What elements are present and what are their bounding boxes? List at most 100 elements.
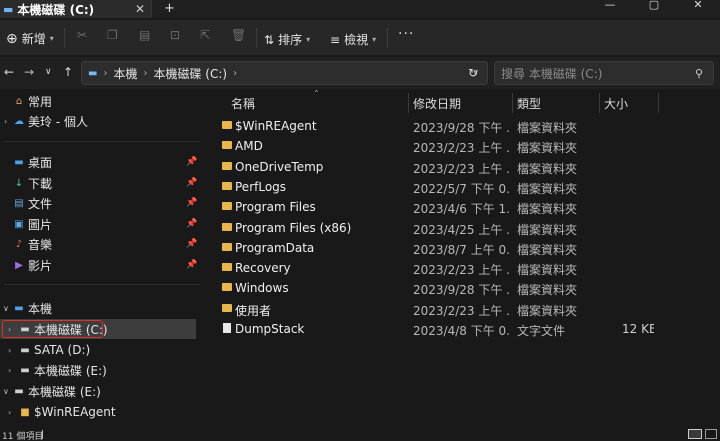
tab-c-drive[interactable]: ▬ 本機磁碟 (C:) ✕ xyxy=(0,0,152,18)
column-divider[interactable] xyxy=(408,93,409,113)
cut-icon[interactable]: ✂ xyxy=(77,28,87,42)
maximize-button[interactable]: ▢ xyxy=(632,0,676,14)
pin-icon[interactable]: 📌 xyxy=(186,219,197,229)
expand-chevron-icon[interactable]: › xyxy=(4,117,7,126)
column-label: 名稱 xyxy=(231,96,256,111)
column-header-size[interactable]: 大小 xyxy=(604,92,628,114)
new-tab-button[interactable]: + xyxy=(164,1,175,16)
up-arrow-icon[interactable]: ↑ xyxy=(63,65,73,79)
sort-button[interactable]: ⇅ 排序 ▾ xyxy=(264,31,310,48)
copy-icon[interactable]: ❐ xyxy=(107,28,118,42)
table-row[interactable]: 使用者 2023/2/23 上午 ... 檔案資料夾 xyxy=(210,299,720,319)
chevron-down-icon: ▾ xyxy=(306,35,311,44)
folder-icon xyxy=(222,141,232,150)
refresh-icon[interactable]: ↻ xyxy=(468,66,478,80)
download-icon: ↓ xyxy=(14,177,24,189)
command-bar: ⊕ 新增 ▾ ✂ ❐ ▤ ⊡ ⇱ 🗑 ⇅ 排序 ▾ ≡ 檢視 ▾ ··· xyxy=(0,20,720,56)
tab-close-icon[interactable]: ✕ xyxy=(135,2,145,16)
column-divider[interactable] xyxy=(512,93,513,113)
file-list: ⌃ 名稱 修改日期 類型 大小 $WinREAgent 2023/9/28 下午 … xyxy=(210,89,720,427)
table-row[interactable]: Program Files 2023/4/6 下午 1... 檔案資料夾 xyxy=(210,197,720,217)
sidebar-item-drive-e-top[interactable]: ∨ ▬ 本機磁碟 (E:) xyxy=(0,381,204,401)
delete-icon[interactable]: 🗑 xyxy=(231,28,246,42)
column-header-date[interactable]: 修改日期 xyxy=(413,92,461,114)
sidebar-divider xyxy=(4,141,200,142)
document-icon: ▤ xyxy=(14,197,24,209)
expand-chevron-icon[interactable]: › xyxy=(8,366,11,375)
expand-chevron-icon[interactable]: › xyxy=(8,408,11,417)
table-row[interactable]: OneDriveTemp 2023/2/23 上午 ... 檔案資料夾 xyxy=(210,157,720,177)
table-row[interactable]: Windows 2023/9/28 下午 ... 檔案資料夾 xyxy=(210,278,720,298)
collapse-chevron-icon[interactable]: ∨ xyxy=(3,387,9,396)
file-name: ProgramData xyxy=(235,240,315,255)
rename-icon[interactable]: ⊡ xyxy=(170,28,180,42)
share-icon[interactable]: ⇱ xyxy=(200,28,210,42)
sidebar-item-music[interactable]: ♪ 音樂 📌 xyxy=(0,234,204,254)
file-type: 檔案資料夾 xyxy=(517,222,578,237)
sidebar-label: 下載 xyxy=(28,176,53,191)
folder-icon xyxy=(222,161,232,170)
column-header-type[interactable]: 類型 xyxy=(517,92,541,114)
sidebar-item-downloads[interactable]: ↓ 下載 📌 xyxy=(0,173,204,193)
forward-arrow-icon[interactable]: → xyxy=(24,65,34,79)
sidebar-item-onedrive[interactable]: › ☁ 美玲 - 個人 xyxy=(0,111,204,131)
view-icon: ≡ xyxy=(330,32,341,47)
table-row[interactable]: DumpStack 2023/4/8 下午 0... 文字文件 12 KB xyxy=(210,319,720,339)
sidebar-item-documents[interactable]: ▤ 文件 📌 xyxy=(0,193,204,213)
column-header-name[interactable]: 名稱 xyxy=(231,92,255,114)
breadcrumb-current[interactable]: 本機磁碟 (C:) xyxy=(153,65,227,82)
pin-icon[interactable]: 📌 xyxy=(186,239,197,249)
more-options-button[interactable]: ··· xyxy=(398,26,414,42)
column-label: 修改日期 xyxy=(413,96,462,111)
column-divider[interactable] xyxy=(658,93,659,113)
sidebar-item-pictures[interactable]: ▣ 圖片 📌 xyxy=(0,214,204,234)
folder-icon xyxy=(222,202,232,211)
collapse-chevron-icon[interactable]: ∨ xyxy=(3,304,9,313)
pin-icon[interactable]: 📌 xyxy=(186,178,197,188)
table-row[interactable]: Recovery 2023/2/23 上午 ... 檔案資料夾 xyxy=(210,258,720,278)
item-count: 11 個項目 xyxy=(2,432,44,441)
pin-icon[interactable]: 📌 xyxy=(186,157,197,167)
address-bar[interactable]: ▬ › 本機 › 本機磁碟 (C:) › ∨ xyxy=(81,61,488,85)
table-row[interactable]: Program Files (x86) 2023/4/25 上午 ... 檔案資料夾 xyxy=(210,218,720,238)
sidebar-label: 本機磁碟 (E:) xyxy=(34,363,107,378)
breadcrumb-root[interactable]: 本機 xyxy=(113,65,137,82)
back-arrow-icon[interactable]: ← xyxy=(4,65,14,79)
tiles-view-icon[interactable] xyxy=(705,429,717,439)
sidebar-item-drive-e[interactable]: › ▬ 本機磁碟 (E:) xyxy=(0,360,204,380)
pin-icon[interactable]: 📌 xyxy=(186,260,197,270)
sidebar-label: 常用 xyxy=(28,94,53,109)
details-view-icon[interactable] xyxy=(688,429,702,439)
sidebar-item-desktop[interactable]: ▬ 桌面 📌 xyxy=(0,152,204,172)
minimize-button[interactable]: — xyxy=(588,0,632,14)
recent-chevron-icon[interactable]: ∨ xyxy=(45,67,52,77)
table-row[interactable]: PerfLogs 2022/5/7 下午 0... 檔案資料夾 xyxy=(210,177,720,197)
file-type: 檔案資料夾 xyxy=(517,242,578,257)
sidebar-label: $WinREAgent xyxy=(34,405,116,419)
sidebar-item-drive-d[interactable]: › ▬ SATA (D:) xyxy=(0,340,204,360)
modified-date: 2023/4/6 下午 1... xyxy=(413,202,509,217)
new-button[interactable]: ⊕ 新增 ▾ xyxy=(6,30,54,47)
expand-chevron-icon[interactable]: › xyxy=(8,346,11,355)
table-row[interactable]: $WinREAgent 2023/9/28 下午 ... 檔案資料夾 xyxy=(210,116,720,136)
table-row[interactable]: ProgramData 2023/8/7 上午 0... 檔案資料夾 xyxy=(210,238,720,258)
modified-date: 2023/8/7 上午 0... xyxy=(413,242,509,257)
sidebar-item-videos[interactable]: ▶ 影片 📌 xyxy=(0,255,204,275)
pin-icon[interactable]: 📌 xyxy=(186,198,197,208)
table-row[interactable]: AMD 2023/2/23 上午 ... 檔案資料夾 xyxy=(210,136,720,156)
window-controls: — ▢ ✕ xyxy=(588,0,720,14)
view-button[interactable]: ≡ 檢視 ▾ xyxy=(330,31,376,48)
file-type: 檔案資料夾 xyxy=(517,283,578,298)
folder-icon xyxy=(222,181,232,190)
paste-icon[interactable]: ▤ xyxy=(139,28,150,42)
file-type: 檔案資料夾 xyxy=(517,263,578,278)
close-window-button[interactable]: ✕ xyxy=(676,0,720,14)
sidebar-item-this-pc[interactable]: ∨ ▬ 本機 xyxy=(0,298,204,318)
sidebar-item-winreagent[interactable]: › ■ $WinREAgent xyxy=(0,402,204,422)
column-divider[interactable] xyxy=(599,93,600,113)
sort-icon: ⇅ xyxy=(264,32,275,47)
video-icon: ▶ xyxy=(15,259,23,271)
chevron-down-icon: ▾ xyxy=(49,34,54,43)
search-box[interactable]: 搜尋 本機磁碟 (C:) ⚲ xyxy=(494,61,714,85)
sidebar-item-home[interactable]: ⌂ 常用 xyxy=(0,91,204,111)
